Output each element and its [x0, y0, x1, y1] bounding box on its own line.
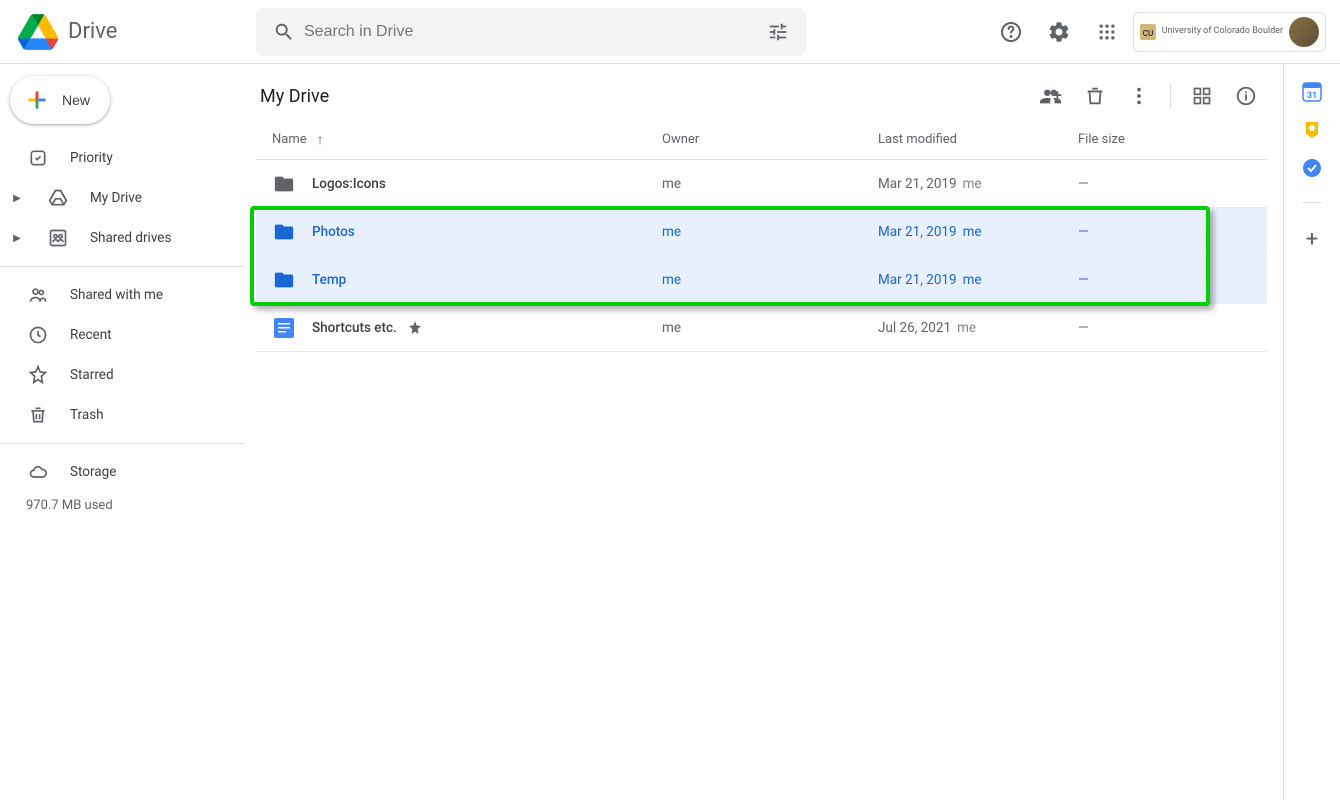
file-size: — [1078, 176, 1267, 192]
table-row[interactable]: Temp me Mar 21, 2019me — [256, 256, 1267, 304]
clock-icon [26, 323, 50, 347]
keep-icon[interactable] [1302, 120, 1322, 140]
file-owner: me [662, 224, 878, 240]
sidebar-item-my-drive[interactable]: ▶ My Drive [0, 178, 232, 218]
divider [0, 443, 244, 444]
org-name: University of Colorado Boulder [1162, 27, 1283, 36]
search-bar [256, 8, 806, 56]
help-icon[interactable] [989, 10, 1033, 54]
calendar-icon[interactable]: 31 [1302, 82, 1322, 102]
settings-icon[interactable] [1037, 10, 1081, 54]
sidebar: New Priority ▶ My Drive ▶ Shared drives [0, 64, 244, 800]
people-icon [26, 283, 50, 307]
new-button-label: New [62, 92, 90, 108]
org-logo-icon: CU [1138, 22, 1158, 42]
priority-icon [26, 146, 50, 170]
sidebar-item-shared-with-me[interactable]: Shared with me [0, 275, 232, 315]
file-owner: me [662, 320, 878, 336]
logo-area[interactable]: Drive [12, 12, 252, 52]
file-size: — [1078, 320, 1267, 336]
side-rail: 31 + [1284, 64, 1340, 800]
file-modified: Mar 21, 2019me [878, 176, 1078, 192]
avatar [1287, 15, 1321, 49]
sidebar-item-shared-drives[interactable]: ▶ Shared drives [0, 218, 232, 258]
starred-icon [407, 320, 423, 336]
sidebar-item-priority[interactable]: Priority [0, 138, 232, 178]
svg-text:CU: CU [1143, 29, 1153, 38]
more-icon[interactable] [1118, 75, 1160, 117]
storage-used: 970.7 MB used [0, 492, 244, 513]
doc-icon [272, 316, 296, 340]
sidebar-item-storage[interactable]: Storage [0, 452, 232, 492]
app-title: Drive [68, 19, 117, 44]
table-header: Name↑ Owner Last modified File size [256, 120, 1267, 160]
file-name: Logos:Icons [312, 176, 662, 192]
column-owner[interactable]: Owner [662, 132, 878, 147]
sidebar-item-trash[interactable]: Trash [0, 395, 232, 435]
add-addon-icon[interactable]: + [1306, 227, 1318, 252]
file-name: Temp [312, 272, 662, 288]
file-modified: Mar 21, 2019me [878, 224, 1078, 240]
file-size: — [1078, 272, 1267, 288]
star-icon [26, 363, 50, 387]
search-icon[interactable] [264, 12, 304, 52]
folder-icon [272, 268, 296, 292]
column-modified[interactable]: Last modified [878, 132, 1078, 147]
file-size: — [1078, 224, 1267, 240]
file-name: Photos [312, 224, 662, 240]
search-input[interactable] [304, 23, 758, 41]
search-options-icon[interactable] [758, 12, 798, 52]
account-switcher[interactable]: CU University of Colorado Boulder [1133, 12, 1326, 52]
column-name[interactable]: Name↑ [272, 131, 662, 148]
folder-icon [272, 220, 296, 244]
divider [1170, 84, 1171, 108]
sort-arrow-icon: ↑ [317, 131, 324, 148]
sidebar-item-recent[interactable]: Recent [0, 315, 232, 355]
folder-icon [272, 172, 296, 196]
content-header: My Drive [256, 72, 1267, 120]
chevron-right-icon[interactable]: ▶ [8, 233, 26, 244]
divider [1302, 202, 1322, 203]
table-row[interactable]: Photos me Mar 21, 2019me — [256, 208, 1267, 256]
file-modified: Jul 26, 2021me [878, 320, 1078, 336]
svg-text:31: 31 [1307, 91, 1317, 101]
apps-icon[interactable] [1085, 10, 1129, 54]
file-owner: me [662, 176, 878, 192]
drive-logo-icon [18, 12, 58, 52]
header: Drive CU University of Colorado Boulder [0, 0, 1340, 64]
share-icon[interactable] [1030, 75, 1072, 117]
column-size[interactable]: File size [1078, 132, 1267, 147]
divider [0, 266, 244, 267]
shared-drives-icon [46, 226, 70, 250]
header-icons: CU University of Colorado Boulder [989, 10, 1326, 54]
page-title[interactable]: My Drive [260, 86, 329, 107]
table-row[interactable]: Logos:Icons me Mar 21, 2019me — [256, 160, 1267, 208]
file-owner: me [662, 272, 878, 288]
file-name: Shortcuts etc. [312, 320, 662, 336]
new-button[interactable]: New [10, 76, 110, 124]
chevron-right-icon[interactable]: ▶ [8, 193, 26, 204]
tasks-icon[interactable] [1302, 158, 1322, 178]
plus-icon [24, 87, 50, 113]
sidebar-item-starred[interactable]: Starred [0, 355, 232, 395]
info-icon[interactable] [1225, 75, 1267, 117]
file-modified: Mar 21, 2019me [878, 272, 1078, 288]
cloud-icon [26, 460, 50, 484]
grid-view-icon[interactable] [1181, 75, 1223, 117]
trash-icon [26, 403, 50, 427]
delete-icon[interactable] [1074, 75, 1116, 117]
table-row[interactable]: Shortcuts etc. me Jul 26, 2021me — [256, 304, 1267, 352]
file-area: My Drive Name↑ Owner Last modified File … [244, 64, 1283, 800]
my-drive-icon [46, 186, 70, 210]
